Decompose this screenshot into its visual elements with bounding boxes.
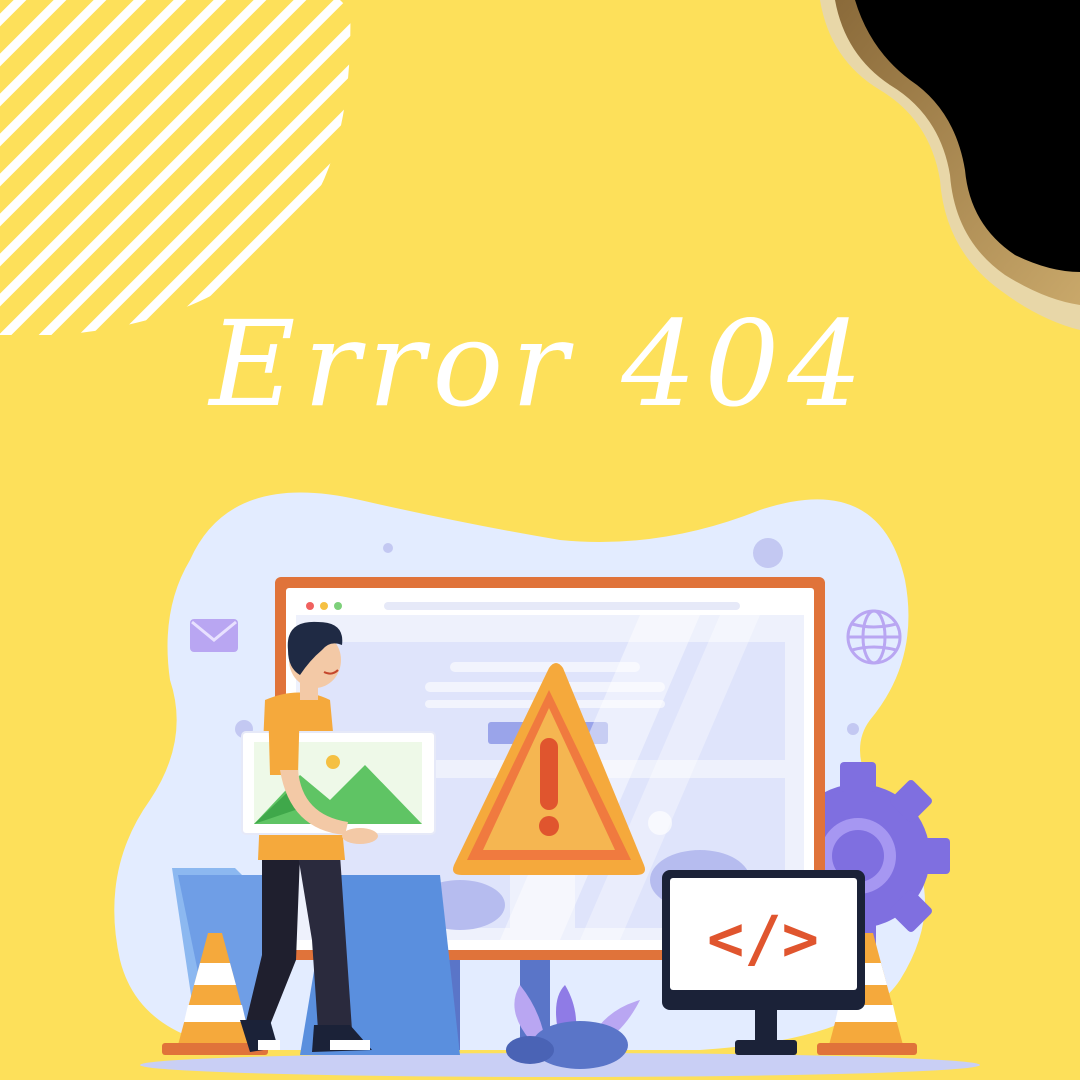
burned-hole-decoration: [820, 0, 1080, 330]
illustration-canvas: </>: [0, 0, 1080, 1077]
browser-dot-red: [306, 602, 314, 610]
decor-dot: [383, 543, 393, 553]
decor-dot: [753, 538, 783, 568]
code-symbol: </>: [707, 902, 819, 975]
page-title: Error 404: [209, 295, 871, 433]
address-bar: [384, 602, 740, 610]
decor-dot: [847, 723, 859, 735]
browser-dot-yellow: [320, 602, 328, 610]
mail-icon: [190, 619, 238, 652]
browser-dot-green: [334, 602, 342, 610]
